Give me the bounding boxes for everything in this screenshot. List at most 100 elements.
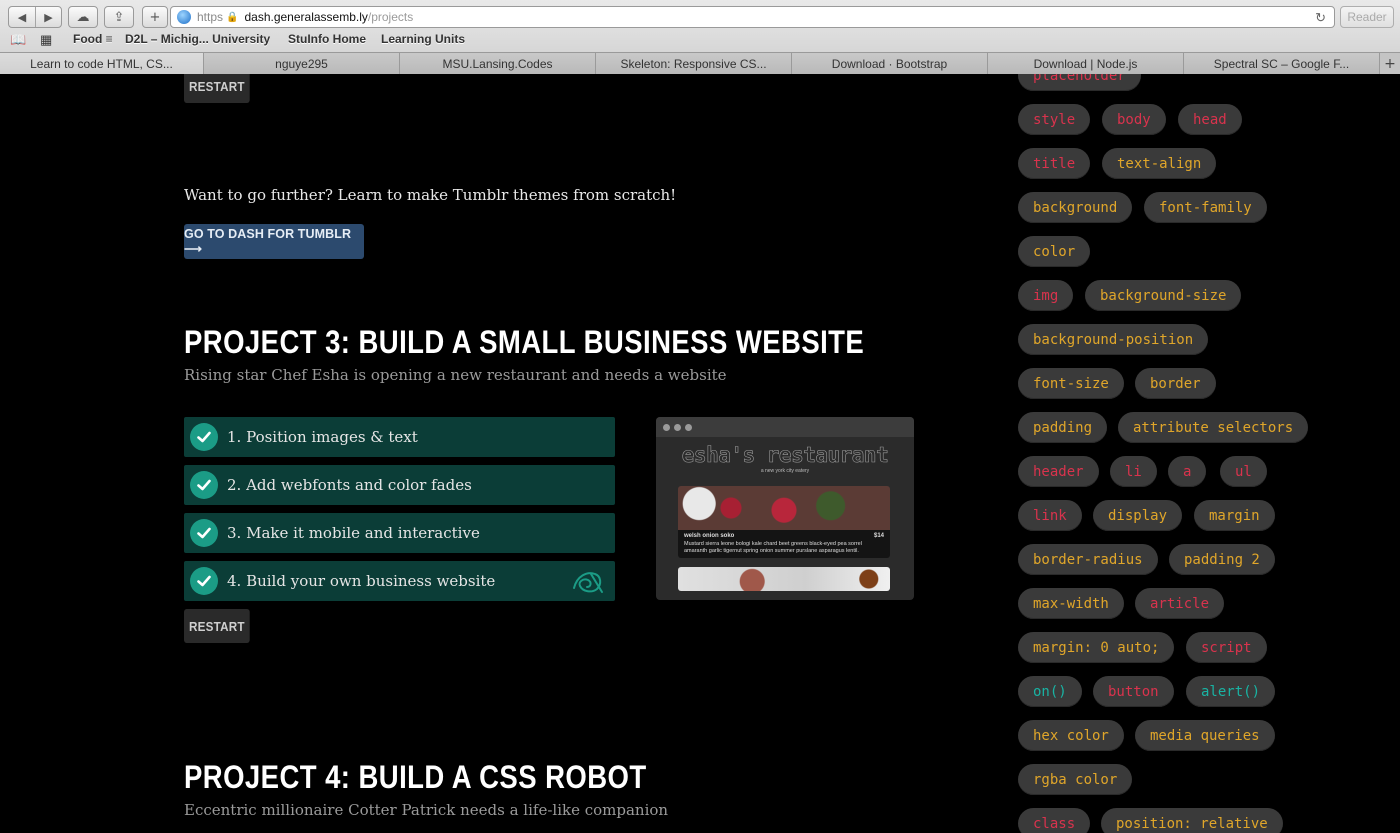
skill-tag[interactable]: article <box>1135 588 1225 619</box>
bookmarks-bar: 📖 ▦ Food ≡ D2L – Michig... University St… <box>0 31 1400 49</box>
checkmark-icon <box>190 471 218 499</box>
skill-tag[interactable]: color <box>1018 236 1091 267</box>
bookmark-stuinfo[interactable]: StuInfo Home <box>288 32 366 46</box>
project3-subtitle: Rising star Chef Esha is opening a new r… <box>184 366 727 384</box>
tab-item[interactable]: Learn to code HTML, CS... <box>0 53 204 74</box>
skill-tag[interactable]: padding 2 <box>1169 544 1275 575</box>
skill-tag[interactable]: alert() <box>1186 676 1276 707</box>
window-dot-icon <box>685 423 692 431</box>
lock-icon: 🔒 <box>226 11 239 23</box>
share-icon: ⇪ <box>113 9 125 25</box>
skill-tag[interactable]: head <box>1178 104 1242 135</box>
url-path: /projects <box>367 10 414 24</box>
skill-tag[interactable]: border-radius <box>1018 544 1158 575</box>
bookmark-learning-units[interactable]: Learning Units <box>381 32 465 46</box>
share-button[interactable]: ⇪ <box>104 6 134 28</box>
history-nav: ◀ ▶ <box>8 6 62 28</box>
tab-bar: Learn to code HTML, CS... nguye295 MSU.L… <box>0 52 1400 74</box>
skill-tag[interactable]: font-family <box>1144 192 1267 223</box>
icloud-tabs-button[interactable]: ☁ <box>68 6 98 28</box>
step-item-3[interactable]: 3. Make it mobile and interactive <box>184 513 615 553</box>
skill-tag[interactable]: header <box>1018 456 1099 487</box>
tab-item[interactable]: nguye295 <box>204 53 400 74</box>
skill-tag[interactable]: background-position <box>1018 324 1209 355</box>
skill-tag[interactable]: margin <box>1194 500 1275 531</box>
step-item-2[interactable]: 2. Add webfonts and color fades <box>184 465 615 505</box>
tab-item[interactable]: Download | Node.js <box>988 53 1184 74</box>
restaurant-preview-image: esha's restaurant a new york city eatery… <box>656 417 914 600</box>
skill-tag[interactable]: ul <box>1220 456 1267 487</box>
plus-icon: + <box>149 9 161 25</box>
skill-tag[interactable]: class <box>1018 808 1091 833</box>
skill-tag[interactable]: placeholder <box>1018 74 1141 91</box>
preview-window-bar <box>656 417 914 437</box>
bookmark-food[interactable]: Food ≡ <box>73 32 113 46</box>
preview-site-tagline: a new york city eatery <box>760 468 810 474</box>
reading-list-icon[interactable]: 📖 <box>10 32 26 48</box>
skill-tag[interactable]: button <box>1093 676 1174 707</box>
skill-tag[interactable]: background <box>1018 192 1133 223</box>
skill-tag[interactable]: rgba color <box>1018 764 1133 795</box>
new-tab-button[interactable]: + <box>142 6 168 28</box>
checkmark-icon <box>190 567 218 595</box>
skill-tag[interactable]: margin: 0 auto; <box>1018 632 1175 663</box>
skill-tag[interactable]: body <box>1102 104 1166 135</box>
step-label: 2. Add webfonts and color fades <box>227 476 472 494</box>
skill-tag[interactable]: attribute selectors <box>1118 412 1309 443</box>
dish-photo <box>678 486 890 530</box>
url-scheme: https <box>197 10 224 24</box>
skill-tag[interactable]: text-align <box>1102 148 1217 179</box>
step-item-1[interactable]: 1. Position images & text <box>184 417 615 457</box>
checkmark-icon <box>190 519 218 547</box>
skill-tag[interactable]: media queries <box>1135 720 1275 751</box>
window-dot-icon <box>674 423 681 431</box>
preview-dish-card-2 <box>678 567 890 591</box>
skill-tag[interactable]: background-size <box>1085 280 1242 311</box>
skill-tag[interactable]: position: relative <box>1101 808 1283 833</box>
reload-icon[interactable]: ↻ <box>1315 10 1326 26</box>
preview-dish-card: welsh onion soko $14 Mustard sierra leon… <box>678 486 890 559</box>
skill-tag[interactable]: link <box>1018 500 1082 531</box>
bookmark-d2l[interactable]: D2L – Michig... University <box>125 32 270 46</box>
page-content: RESTART Want to go further? Learn to mak… <box>0 74 1400 833</box>
restart-button-project2[interactable]: RESTART <box>184 74 250 103</box>
go-to-dash-tumblr-button[interactable]: GO TO DASH FOR TUMBLR ⟶ <box>184 224 364 259</box>
project3-title: PROJECT 3: BUILD A SMALL BUSINESS WEBSIT… <box>184 324 865 360</box>
project4-subtitle: Eccentric millionaire Cotter Patrick nee… <box>184 801 669 819</box>
skill-tag[interactable]: border <box>1135 368 1216 399</box>
skill-tag[interactable]: img <box>1018 280 1074 311</box>
top-sites-grid-icon[interactable]: ▦ <box>40 32 52 48</box>
skill-tag[interactable]: a <box>1168 456 1207 487</box>
skill-tag[interactable]: font-size <box>1018 368 1124 399</box>
window-dot-icon <box>663 423 670 431</box>
skill-tag[interactable]: hex color <box>1018 720 1124 751</box>
skill-tag[interactable]: max-width <box>1018 588 1124 619</box>
project4-title: PROJECT 4: BUILD A CSS ROBOT <box>184 759 647 795</box>
back-button[interactable]: ◀ <box>9 7 35 27</box>
tab-item[interactable]: Spectral SC – Google F... <box>1184 53 1380 74</box>
skill-tag[interactable]: style <box>1018 104 1091 135</box>
browser-chrome: ◀ ▶ ☁ ⇪ + https 🔒 dash.generalassemb.ly … <box>0 0 1400 74</box>
tumblr-promo-text: Want to go further? Learn to make Tumblr… <box>184 186 677 204</box>
skill-tag[interactable]: display <box>1093 500 1183 531</box>
address-bar[interactable]: https 🔒 dash.generalassemb.ly /projects … <box>170 6 1335 28</box>
skill-tag[interactable]: on() <box>1018 676 1082 707</box>
reader-button[interactable]: Reader <box>1340 6 1394 28</box>
skill-tag[interactable]: padding <box>1018 412 1108 443</box>
preview-site-title: esha's restaurant <box>681 443 889 468</box>
forward-button[interactable]: ▶ <box>35 7 61 27</box>
step-item-4[interactable]: 4. Build your own business website <box>184 561 615 601</box>
skill-tag[interactable]: li <box>1110 456 1157 487</box>
add-tab-icon[interactable]: + <box>1380 53 1400 74</box>
cloud-icon: ☁ <box>76 9 90 25</box>
skill-tag[interactable]: script <box>1186 632 1267 663</box>
skill-tag[interactable]: title <box>1018 148 1091 179</box>
dish-price: $14 <box>873 533 884 539</box>
restart-button-project3[interactable]: RESTART <box>184 609 250 643</box>
tab-item[interactable]: MSU.Lansing.Codes <box>400 53 596 74</box>
url-host: dash.generalassemb.ly <box>244 10 368 24</box>
dish-name: welsh onion soko <box>684 533 735 539</box>
dish-caption: welsh onion soko $14 Mustard sierra leon… <box>678 530 890 559</box>
tab-item[interactable]: Download · Bootstrap <box>792 53 988 74</box>
tab-item[interactable]: Skeleton: Responsive CS... <box>596 53 792 74</box>
